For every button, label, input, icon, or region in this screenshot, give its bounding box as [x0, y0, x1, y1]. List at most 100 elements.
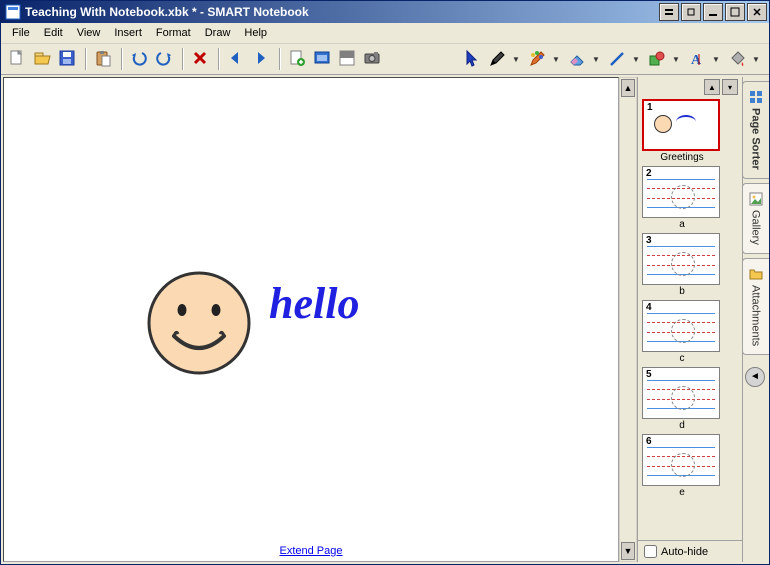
page-thumbnail-preview: 3: [642, 233, 720, 285]
color-tool-button[interactable]: ▼: [725, 47, 763, 71]
page-thumbnail-label: d: [642, 419, 722, 432]
side-tab-gallery[interactable]: Gallery: [742, 183, 769, 254]
line-icon[interactable]: [605, 47, 629, 71]
page-thumbnail-preview: 5: [642, 367, 720, 419]
pointer-icon: [463, 49, 481, 70]
capture-button[interactable]: [360, 47, 384, 71]
menu-bar: FileEditViewInsertFormatDrawHelp: [1, 23, 769, 44]
toolbar-separator: [182, 48, 183, 70]
delete-button[interactable]: [188, 47, 212, 71]
page-thumbnail-label: e: [642, 486, 722, 499]
autohide-checkbox[interactable]: [644, 545, 657, 558]
scrollbar-up-arrow-icon[interactable]: ▲: [621, 79, 635, 97]
toolbar-separator: [218, 48, 219, 70]
line-tool-button[interactable]: ▼: [605, 47, 643, 71]
new-file-button[interactable]: [5, 47, 29, 71]
collapse-sidebar-button[interactable]: ◄: [745, 367, 765, 387]
window-title: Teaching With Notebook.xbk * - SMART Not…: [25, 5, 657, 19]
smiley-drawing[interactable]: [144, 268, 254, 381]
page-thumbnail-preview: 1: [642, 99, 720, 151]
dropdown-arrow-icon[interactable]: ▼: [749, 47, 763, 71]
page-thumbnail[interactable]: 6e: [642, 434, 722, 499]
menu-edit[interactable]: Edit: [37, 25, 70, 41]
maximize-button[interactable]: [725, 3, 745, 21]
menu-file[interactable]: File: [5, 25, 37, 41]
canvas-vertical-scrollbar[interactable]: ▲ ▼: [619, 77, 637, 562]
close-button[interactable]: [747, 3, 767, 21]
menu-draw[interactable]: Draw: [198, 25, 238, 41]
extend-page-link[interactable]: Extend Page: [280, 545, 343, 557]
undo-icon: [130, 49, 148, 70]
minimize-all-button[interactable]: [659, 3, 679, 21]
folder-icon: [749, 267, 763, 281]
scrollbar-track[interactable]: [620, 98, 636, 541]
sorter-options-button[interactable]: ▾: [722, 79, 738, 95]
next-page-button[interactable]: [249, 47, 273, 71]
rainbow-pen-icon[interactable]: [525, 47, 549, 71]
side-tab-page-sorter[interactable]: Page Sorter: [742, 81, 769, 179]
eraser-tool-button[interactable]: ▼: [565, 47, 603, 71]
canvas-area[interactable]: hello Extend Page: [3, 77, 619, 562]
menu-format[interactable]: Format: [149, 25, 198, 41]
page-thumbnail[interactable]: 1 Greetings: [642, 99, 722, 164]
dropdown-arrow-icon[interactable]: ▼: [589, 47, 603, 71]
dropdown-arrow-icon[interactable]: ▼: [549, 47, 563, 71]
camera-icon: [363, 49, 381, 70]
page-thumbnail-label: b: [642, 285, 722, 298]
svg-text:A: A: [691, 53, 702, 68]
dropdown-arrow-icon[interactable]: ▼: [709, 47, 723, 71]
undo-button[interactable]: [127, 47, 151, 71]
eraser-icon[interactable]: [565, 47, 589, 71]
open-file-button[interactable]: [30, 47, 54, 71]
scrollbar-down-arrow-icon[interactable]: ▼: [621, 542, 635, 560]
shade-icon: [338, 49, 356, 70]
paste-button[interactable]: [91, 47, 115, 71]
dropdown-arrow-icon[interactable]: ▼: [509, 47, 523, 71]
new-icon: [8, 49, 26, 70]
paste-icon: [94, 49, 112, 70]
dropdown-arrow-icon[interactable]: ▼: [669, 47, 683, 71]
fullscreen-icon: [313, 49, 331, 70]
shape-icon[interactable]: [645, 47, 669, 71]
prev-page-button[interactable]: [224, 47, 248, 71]
page-thumbnail[interactable]: 3b: [642, 233, 722, 298]
screenshade-button[interactable]: [335, 47, 359, 71]
page-thumbnail[interactable]: 5d: [642, 367, 722, 432]
dropdown-arrow-icon[interactable]: ▼: [629, 47, 643, 71]
page-thumbnail-label: Greetings: [642, 151, 722, 164]
redo-button[interactable]: [152, 47, 176, 71]
bucket-icon[interactable]: [725, 47, 749, 71]
next-icon: [252, 49, 270, 70]
title-bar: Teaching With Notebook.xbk * - SMART Not…: [1, 1, 769, 23]
shape-tool-button[interactable]: ▼: [645, 47, 683, 71]
menu-insert[interactable]: Insert: [107, 25, 149, 41]
menu-help[interactable]: Help: [237, 25, 274, 41]
pen-icon[interactable]: [485, 47, 509, 71]
page-thumbnail-label: a: [642, 218, 722, 231]
pen-tool-button[interactable]: ▼: [485, 47, 523, 71]
page-number: 3: [646, 235, 652, 246]
text-icon[interactable]: A: [685, 47, 709, 71]
minimize-button[interactable]: [703, 3, 723, 21]
redo-icon: [155, 49, 173, 70]
creative-pen-button[interactable]: ▼: [525, 47, 563, 71]
app-icon: [5, 4, 21, 20]
hello-ink-text[interactable]: hello: [269, 278, 359, 329]
side-tab-attachments[interactable]: Attachments: [742, 258, 769, 355]
add-page-icon: [288, 49, 306, 70]
save-file-button[interactable]: [55, 47, 79, 71]
autohide-checkbox-label[interactable]: Auto-hide: [644, 545, 736, 558]
fullscreen-button[interactable]: [310, 47, 334, 71]
page-number: 1: [647, 102, 653, 113]
toolbar-separator: [121, 48, 122, 70]
sorter-scroll-up-button[interactable]: ▲: [704, 79, 720, 95]
menu-view[interactable]: View: [70, 25, 108, 41]
text-tool-button[interactable]: A▼: [685, 47, 723, 71]
grid-icon: [749, 90, 763, 104]
page-thumbnail[interactable]: 2a: [642, 166, 722, 231]
autohide-text: Auto-hide: [661, 546, 708, 558]
restore-down-button[interactable]: [681, 3, 701, 21]
add-page-button[interactable]: [285, 47, 309, 71]
select-tool-button[interactable]: [460, 47, 484, 71]
page-thumbnail[interactable]: 4c: [642, 300, 722, 365]
